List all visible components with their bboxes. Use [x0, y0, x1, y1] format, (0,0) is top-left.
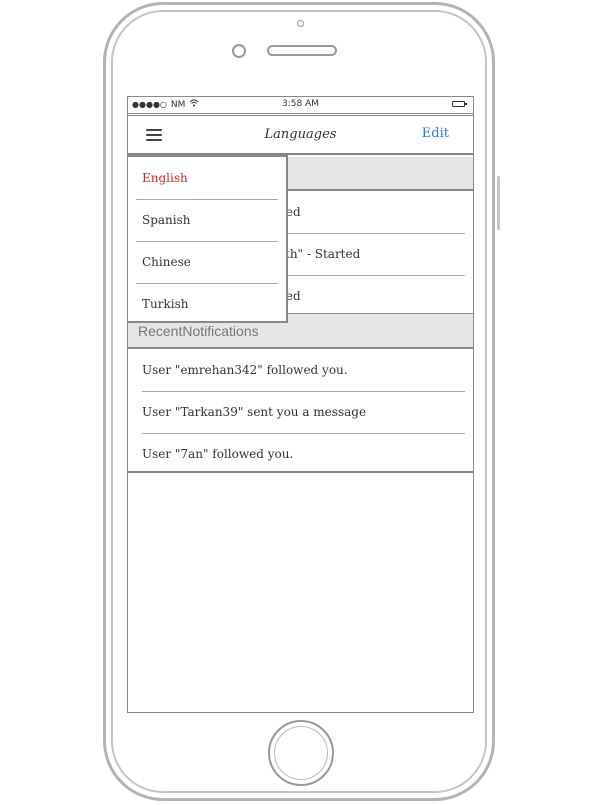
language-option-turkish[interactable]: Turkish	[136, 283, 278, 325]
front-camera	[232, 44, 246, 58]
edit-button[interactable]: Edit	[422, 126, 449, 141]
earpiece-speaker	[267, 45, 337, 56]
notification-text: User "Tarkan39" sent you a message	[142, 405, 367, 419]
notification-item[interactable]: User "Tarkan39" sent you a message	[142, 391, 465, 434]
notification-item[interactable]: User "emrehan342" followed you.	[142, 349, 465, 392]
phone-screen: ●●●●○ NM 3:58 AM Languages Edit eted	[127, 96, 474, 713]
status-time: 3:58 AM	[282, 99, 319, 109]
notification-item[interactable]: User "7an" followed you.	[142, 433, 465, 475]
status-bar: ●●●●○ NM 3:58 AM	[128, 97, 473, 114]
language-option-spanish[interactable]: Spanish	[136, 199, 278, 242]
language-option-chinese[interactable]: Chinese	[136, 241, 278, 284]
side-button	[497, 176, 500, 230]
notification-text: User "7an" followed you.	[142, 447, 294, 461]
battery-icon	[452, 101, 467, 107]
sensor-dot	[297, 20, 304, 27]
navigation-bar: Languages Edit	[128, 115, 473, 155]
notifications-list: User "emrehan342" followed you. User "Ta…	[128, 347, 473, 473]
home-button[interactable]	[268, 720, 334, 786]
language-option-english[interactable]: English	[136, 157, 278, 200]
notification-text: User "emrehan342" followed you.	[142, 363, 348, 377]
language-dropdown: English Spanish Chinese Turkish	[128, 155, 288, 323]
